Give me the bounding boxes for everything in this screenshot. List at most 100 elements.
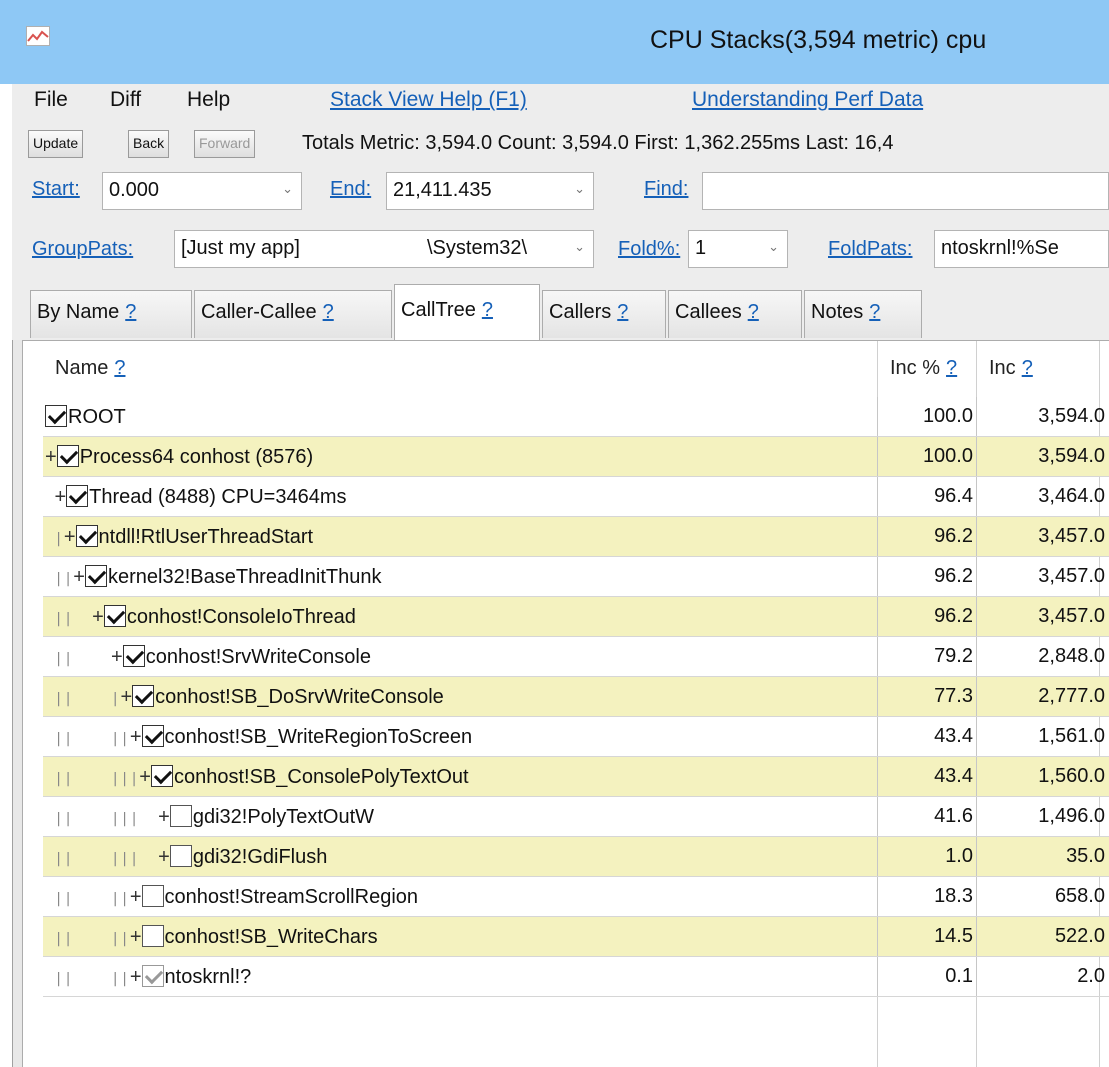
row-checkbox[interactable] <box>45 405 67 427</box>
tab-calltree[interactable]: CallTree? <box>394 284 540 340</box>
table-row[interactable]: || ||+ conhost!SB_WriteChars 14.5 522.0 <box>43 917 1109 957</box>
table-row[interactable]: + Thread (8488) CPU=3464ms 96.4 3,464.0 <box>43 477 1109 517</box>
stack-view-help-link[interactable]: Stack View Help (F1) <box>330 88 527 112</box>
expand-icon[interactable]: + <box>158 806 170 828</box>
expand-icon[interactable]: + <box>130 966 142 988</box>
name-cell[interactable]: ROOT <box>45 397 895 436</box>
table-row[interactable]: ROOT 100.0 3,594.0 <box>43 397 1109 437</box>
name-cell[interactable]: || ||| + gdi32!PolyTextOutW <box>45 797 895 836</box>
tab-by-name[interactable]: By Name? <box>30 290 192 338</box>
help-link[interactable]: ? <box>869 301 880 323</box>
row-checkbox[interactable] <box>66 485 89 507</box>
name-cell[interactable]: || + conhost!ConsoleIoThread <box>45 597 895 636</box>
row-checkbox[interactable] <box>141 725 164 747</box>
name-cell[interactable]: || ||+ conhost!SB_WriteRegionToScreen <box>45 717 895 756</box>
row-checkbox[interactable] <box>122 645 145 667</box>
row-checkbox[interactable] <box>141 925 164 947</box>
table-row[interactable]: + Process64 conhost (8576) 100.0 3,594.0 <box>43 437 1109 477</box>
help-link[interactable]: ? <box>114 357 125 379</box>
forward-button[interactable]: Forward <box>194 130 256 158</box>
name-cell[interactable]: |+ ntdll!RtlUserThreadStart <box>45 517 895 556</box>
function-name: conhost!ConsoleIoThread <box>126 606 356 628</box>
row-checkbox[interactable] <box>169 805 192 827</box>
expand-icon[interactable]: + <box>64 526 76 548</box>
grouppats-combo[interactable]: [Just my app] \System32\ ⌄ <box>174 230 594 268</box>
name-cell[interactable]: || |||+ conhost!SB_ConsolePolyTextOut <box>45 757 895 796</box>
tab-notes[interactable]: Notes? <box>804 290 922 338</box>
expand-icon[interactable]: + <box>130 726 142 748</box>
table-row[interactable]: || ||+ ntoskrnl!? 0.1 2.0 <box>43 957 1109 997</box>
expand-icon[interactable]: + <box>130 886 142 908</box>
inc-percent-cell: 79.2 <box>934 645 973 667</box>
name-cell[interactable]: || |+ conhost!SB_DoSrvWriteConsole <box>45 677 895 716</box>
menu-diff[interactable]: Diff <box>110 88 141 112</box>
row-checkbox[interactable] <box>103 605 126 627</box>
foldpats-label[interactable]: FoldPats: <box>828 238 912 261</box>
tab-callees[interactable]: Callees? <box>668 290 802 338</box>
row-checkbox[interactable] <box>75 525 98 547</box>
name-cell[interactable]: + Process64 conhost (8576) <box>45 437 895 476</box>
expand-icon[interactable]: + <box>45 446 57 468</box>
column-header-inc[interactable]: Inc? <box>977 341 1087 395</box>
table-row[interactable]: ||+ kernel32!BaseThreadInitThunk 96.2 3,457… <box>43 557 1109 597</box>
find-input[interactable] <box>702 172 1109 210</box>
table-row[interactable]: || ||| + gdi32!GdiFlush 1.0 35.0 <box>43 837 1109 877</box>
fold-percent-label[interactable]: Fold%: <box>618 238 680 261</box>
table-row[interactable]: || ||| + gdi32!PolyTextOutW 41.6 1,496.0 <box>43 797 1109 837</box>
table-row[interactable]: || |||+ conhost!SB_ConsolePolyTextOut 43.4… <box>43 757 1109 797</box>
back-button[interactable]: Back <box>128 130 170 158</box>
grouppats-label[interactable]: GroupPats: <box>32 238 133 261</box>
name-cell[interactable]: || ||| + gdi32!GdiFlush <box>45 837 895 876</box>
find-label[interactable]: Find: <box>644 178 688 201</box>
expand-icon[interactable]: + <box>139 766 151 788</box>
end-combo[interactable]: 21,411.435 ⌄ <box>386 172 594 210</box>
fold-percent-combo[interactable]: 1 ⌄ <box>688 230 788 268</box>
menu-help[interactable]: Help <box>187 88 230 112</box>
help-link[interactable]: ? <box>125 301 136 323</box>
row-checkbox[interactable] <box>132 685 155 707</box>
tab-caller-callee[interactable]: Caller-Callee? <box>194 290 392 338</box>
table-row[interactable]: || + conhost!ConsoleIoThread 96.2 3,457.0 <box>43 597 1109 637</box>
expand-icon[interactable]: + <box>120 686 132 708</box>
table-row[interactable]: || ||+ conhost!SB_WriteRegionToScreen 43.4… <box>43 717 1109 757</box>
expand-icon[interactable]: + <box>111 646 123 668</box>
chevron-down-icon: ⌄ <box>768 239 779 254</box>
row-checkbox[interactable] <box>141 965 164 987</box>
table-row[interactable]: || |+ conhost!SB_DoSrvWriteConsole 77.3 2,7… <box>43 677 1109 717</box>
help-link[interactable]: ? <box>482 299 493 321</box>
expand-icon[interactable]: + <box>158 846 170 868</box>
help-link[interactable]: ? <box>323 301 334 323</box>
help-link[interactable]: ? <box>617 301 628 323</box>
expand-icon[interactable]: + <box>73 566 85 588</box>
end-label[interactable]: End: <box>330 178 371 201</box>
understanding-perf-data-link[interactable]: Understanding Perf Data <box>692 88 923 112</box>
foldpats-input[interactable]: ntoskrnl!%Se <box>934 230 1109 268</box>
table-row[interactable]: || ||+ conhost!StreamScrollRegion 18.3 658.… <box>43 877 1109 917</box>
column-header-name[interactable]: Name? <box>43 341 877 395</box>
expand-icon[interactable]: + <box>54 486 66 508</box>
help-link[interactable]: ? <box>748 301 759 323</box>
table-row[interactable]: || + conhost!SrvWriteConsole 79.2 2,848.0 <box>43 637 1109 677</box>
update-button[interactable]: Update <box>28 130 84 158</box>
row-checkbox[interactable] <box>169 845 192 867</box>
menu-file[interactable]: File <box>34 88 68 112</box>
row-checkbox[interactable] <box>150 765 173 787</box>
column-header-inc-percent[interactable]: Inc %? <box>878 341 976 395</box>
help-link[interactable]: ? <box>1022 357 1033 379</box>
row-checkbox[interactable] <box>141 885 164 907</box>
row-checkbox[interactable] <box>84 565 107 587</box>
name-cell[interactable]: ||+ kernel32!BaseThreadInitThunk <box>45 557 895 596</box>
row-checkbox[interactable] <box>56 445 79 467</box>
table-row[interactable]: |+ ntdll!RtlUserThreadStart 96.2 3,457.0 <box>43 517 1109 557</box>
name-cell[interactable]: + Thread (8488) CPU=3464ms <box>45 477 895 516</box>
name-cell[interactable]: || ||+ conhost!SB_WriteChars <box>45 917 895 956</box>
name-cell[interactable]: || ||+ ntoskrnl!? <box>45 957 895 996</box>
tab-callers[interactable]: Callers? <box>542 290 666 338</box>
help-link[interactable]: ? <box>946 357 957 379</box>
start-label[interactable]: Start: <box>32 178 80 201</box>
expand-icon[interactable]: + <box>92 606 104 628</box>
expand-icon[interactable]: + <box>130 926 142 948</box>
name-cell[interactable]: || + conhost!SrvWriteConsole <box>45 637 895 676</box>
name-cell[interactable]: || ||+ conhost!StreamScrollRegion <box>45 877 895 916</box>
start-combo[interactable]: 0.000 ⌄ <box>102 172 302 210</box>
